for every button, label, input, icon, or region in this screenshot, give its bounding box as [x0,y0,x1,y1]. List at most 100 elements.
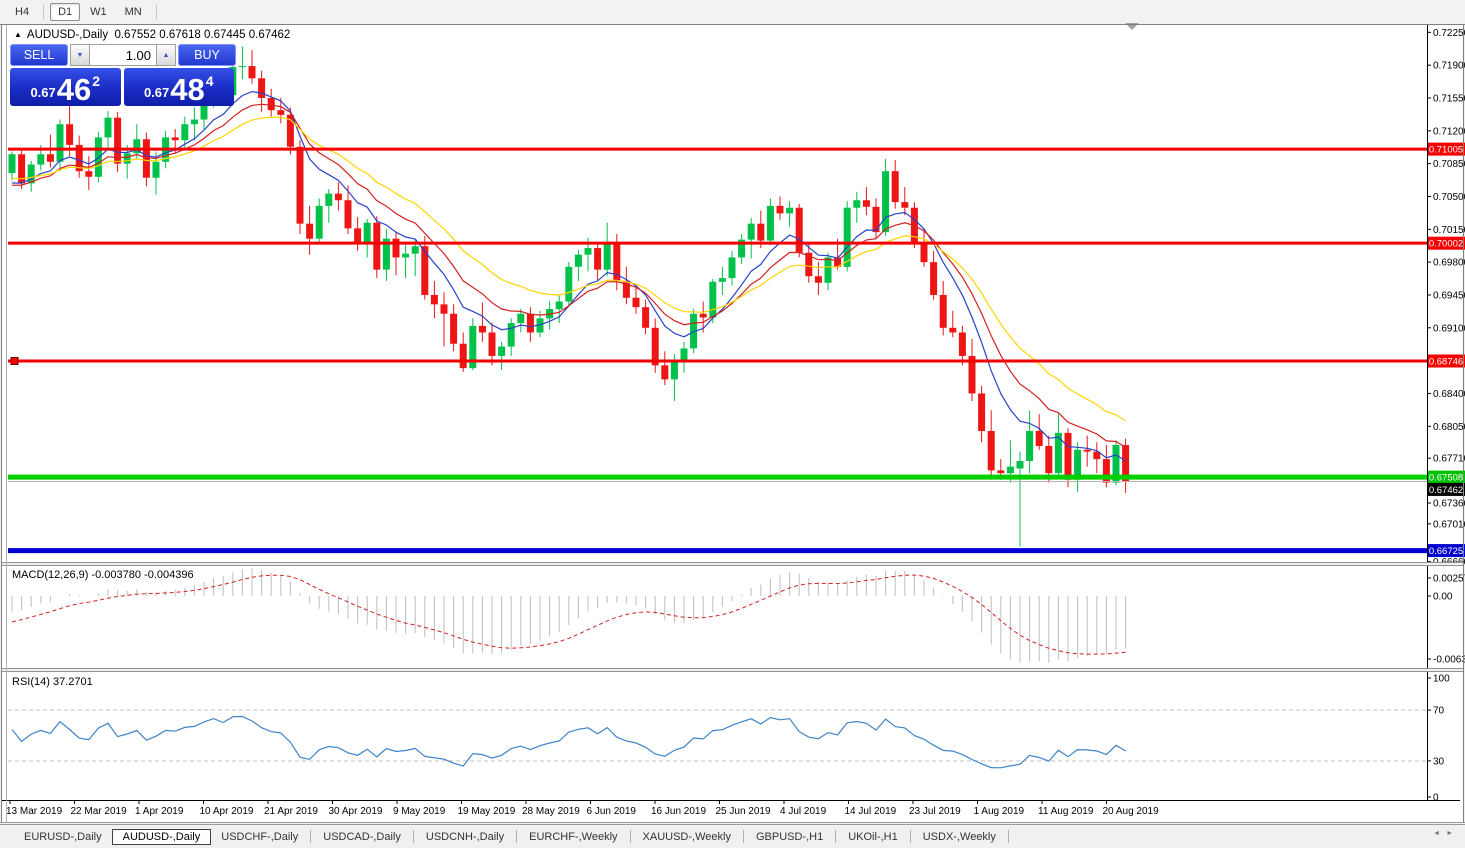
chart-tab-audusd-daily[interactable]: AUDUSD-,Daily [111,828,212,845]
candle-body [56,124,64,162]
chart-tab-gbpusd-h1[interactable]: GBPUSD-,H1 [746,830,833,844]
date-tick-label: 1 Apr 2019 [135,806,184,817]
candle-body [526,313,534,333]
candle-body [517,313,525,324]
volume-input[interactable] [90,44,156,66]
tab-separator [516,830,518,843]
hline-selection-handle [10,357,19,365]
candle-body [574,254,582,267]
candle-body [776,205,784,214]
price-tick-label: 0.71900 [1433,61,1465,72]
chevron-up-icon: ▲ [162,51,170,59]
buy-button[interactable]: BUY [178,44,236,66]
date-tick-label: 14 Jul 2019 [845,806,897,817]
tab-scroll-arrows[interactable]: ◄► [1433,830,1459,837]
price-tick-label: 0.69800 [1433,258,1465,269]
candle-body [920,243,928,263]
candle-body [958,332,966,356]
tab-separator [835,830,837,843]
volume-increase-button[interactable]: ▲ [156,44,176,66]
candle-body [123,153,131,164]
candle-body [786,207,794,214]
price-tick-label: 0.67010 [1433,519,1465,530]
chart-tab-xauusd-weekly[interactable]: XAUUSD-,Weekly [633,830,741,844]
macd-tick-label: 0.002574 [1433,574,1465,585]
date-tick-label: 20 Aug 2019 [1103,806,1160,817]
price-tick-label: 0.68050 [1433,422,1465,433]
one-click-trading-panel: SELL ▼ ▲ BUY 0.67 46 2 0.67 48 4 [10,44,236,106]
sell-button[interactable]: SELL [10,44,68,66]
candle-body [718,278,726,282]
candle-body [114,117,122,164]
chart-canvas[interactable]: 0.72250 0.71900 0.71550 0.71200 0.70850 0.705… [0,0,1465,848]
price-tick-label: 0.67360 [1433,499,1465,510]
macd-tick-label: 0.00 [1433,592,1453,603]
sell-price-display[interactable]: 0.67 46 2 [10,68,121,106]
candle-body [594,248,602,270]
candle-body [258,78,266,98]
chart-tab-eurchf-weekly[interactable]: EURCHF-,Weekly [519,830,627,844]
candle-body [1016,460,1024,469]
rsi-tick-label: 100 [1433,674,1450,685]
price-tick-label: 0.69450 [1433,290,1465,301]
chart-title: ▲ AUDUSD-,Daily 0.67552 0.67618 0.67445 0… [14,29,290,41]
date-tick-label: 21 Apr 2019 [264,806,318,817]
candle-body [901,202,909,208]
date-tick-label: 11 Aug 2019 [1038,806,1094,817]
candle-body [373,222,381,270]
rsi-tick-label: 70 [1433,706,1445,717]
candle-body [670,359,678,380]
candle-body [507,323,515,347]
candle-body [488,332,496,356]
price-tick-label: 0.70850 [1433,159,1465,170]
tab-separator [742,830,744,843]
candle-body [795,207,803,253]
macd-indicator-label: MACD(12,26,9) -0.003780 -0.004396 [12,569,194,581]
chart-tab-usdchf-daily[interactable]: USDCHF-,Daily [211,830,308,844]
price-tick-label: 0.68400 [1433,389,1465,400]
candle-body [363,222,371,244]
candle-body [37,154,45,165]
candle-body [584,248,592,255]
chart-tab-eurusd-daily[interactable]: EURUSD-,Daily [14,830,112,844]
buy-price-display[interactable]: 0.67 48 4 [123,68,234,106]
candle-body [603,243,611,270]
date-tick-label: 16 Jun 2019 [651,806,706,817]
date-tick-label: 19 May 2019 [458,806,516,817]
candle-body [891,171,899,203]
candle-body [392,238,400,258]
tab-separator [1007,830,1009,843]
date-tick-label: 13 Mar 2019 [6,806,63,817]
tab-next-icon[interactable]: ► [1446,830,1459,837]
chart-tab-ukoil-h1[interactable]: UKOil-,H1 [838,830,908,844]
candle-body [747,223,755,240]
date-tick-label: 1 Aug 2019 [974,806,1025,817]
candle-body [430,294,438,305]
tab-prev-icon[interactable]: ◄ [1433,830,1446,837]
candle-body [814,276,822,283]
collapse-panel-arrow-icon[interactable]: ▲ [14,30,22,39]
candle-body [478,325,486,333]
candle-body [181,124,189,141]
date-tick-label: 22 Mar 2019 [71,806,128,817]
chart-tab-bar: EURUSD-,Daily AUDUSD-,Daily USDCHF-,Daily U… [0,824,1465,848]
candle-body [440,304,448,314]
candle-body [1006,466,1014,474]
candle-body [344,200,352,229]
candle-body [152,161,160,178]
candle-body [757,223,765,241]
candle-body [862,200,870,207]
candle-body [699,313,707,318]
date-tick-label: 6 Jun 2019 [587,806,637,817]
candle-body [248,66,256,79]
volume-decrease-button[interactable]: ▼ [70,44,90,66]
chart-tab-usdcnh-daily[interactable]: USDCNH-,Daily [416,830,514,844]
price-marker-label: 0.66725 [1429,546,1463,557]
chart-tab-usdx-weekly[interactable]: USDX-,Weekly [913,830,1006,844]
date-tick-label: 28 May 2019 [522,806,580,817]
chart-tab-usdcad-daily[interactable]: USDCAD-,Daily [313,830,411,844]
chart-title-symbol: AUDUSD-,Daily [26,29,109,41]
candle-body [853,200,861,208]
candle-body [94,137,102,177]
candle-body [642,307,650,328]
